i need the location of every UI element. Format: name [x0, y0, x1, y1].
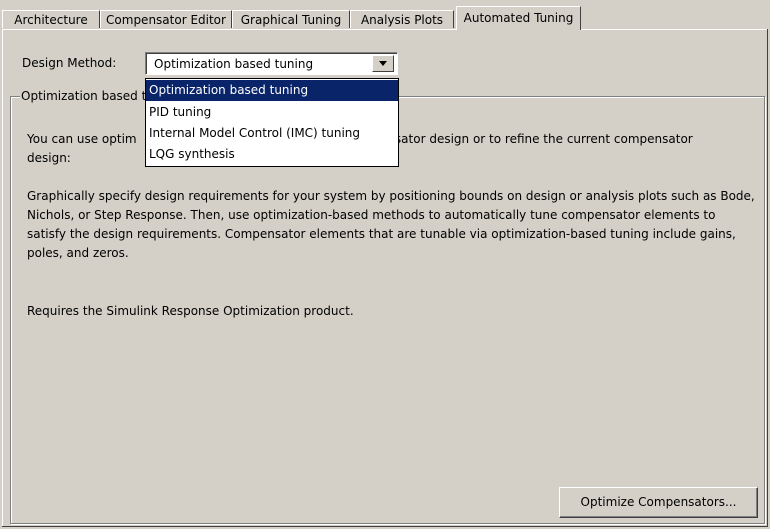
design-method-label: Design Method: [22, 56, 117, 70]
tab-automated-tuning[interactable]: Automated Tuning [456, 6, 581, 30]
panel-top-border [2, 29, 768, 30]
panel-left-border [2, 29, 3, 527]
tab-graphical-tuning[interactable]: Graphical Tuning [232, 10, 350, 28]
option-lqg-synthesis[interactable]: LQG synthesis [146, 144, 398, 165]
optimize-compensators-button[interactable]: Optimize Compensators... [559, 487, 758, 518]
dropdown-button[interactable] [372, 55, 394, 72]
tab-analysis-plots[interactable]: Analysis Plots [350, 10, 454, 28]
requirements-note: Requires the Simulink Response Optimizat… [27, 304, 354, 318]
panel-bottom-border [2, 526, 768, 527]
chevron-down-icon [379, 61, 387, 66]
groupbox-title: Optimization based t [20, 89, 149, 103]
intro-text-start: You can use optim [27, 132, 137, 146]
intro-text-end: mpensator design or to refine the curren… [360, 132, 693, 146]
design-method-dropdown-list: Optimization based tuning PID tuning Int… [145, 78, 399, 167]
tab-strip: Architecture Compensator Editor Graphica… [0, 0, 770, 30]
option-imc-tuning[interactable]: Internal Model Control (IMC) tuning [146, 123, 398, 144]
design-method-combobox[interactable]: Optimization based tuning [145, 52, 398, 75]
automated-tuning-window: Architecture Compensator Editor Graphica… [0, 0, 770, 529]
option-pid-tuning[interactable]: PID tuning [146, 102, 398, 123]
option-optimization-based-tuning[interactable]: Optimization based tuning [146, 80, 398, 101]
tab-compensator-editor[interactable]: Compensator Editor [100, 10, 232, 28]
intro-text-line2: design: [27, 151, 71, 165]
panel-right-border [767, 29, 768, 527]
description-paragraph: Graphically specify design requirements … [27, 189, 755, 260]
tab-architecture[interactable]: Architecture [2, 10, 100, 28]
design-method-value: Optimization based tuning [154, 57, 314, 71]
